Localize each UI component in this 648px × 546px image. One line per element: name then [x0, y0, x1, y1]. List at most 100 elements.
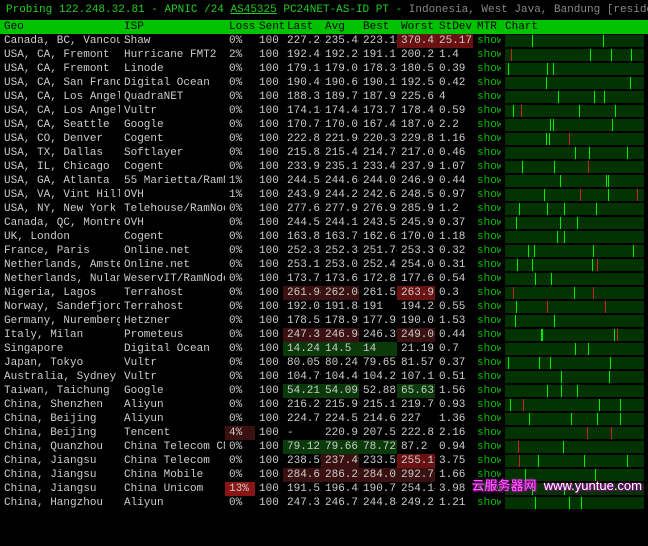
table-row: Netherlands, AmsterdamOnline.net0%100253…	[0, 258, 648, 272]
cell-best: 214.78	[359, 146, 397, 160]
mtr-show-link[interactable]: show	[473, 454, 501, 468]
cell-geo: China, Beijing	[0, 426, 120, 440]
cell-isp: 55 Marietta/RamNode	[120, 174, 225, 188]
mtr-show-link[interactable]: show	[473, 272, 501, 286]
table-row: Netherlands, NulandWeservIT/RamNode0%100…	[0, 272, 648, 286]
cell-worst: 177.6	[397, 272, 435, 286]
cell-loss: 0%	[225, 314, 255, 328]
mtr-show-link[interactable]: show	[473, 230, 501, 244]
cell-loss: 0%	[225, 230, 255, 244]
mtr-show-link[interactable]: show	[473, 104, 501, 118]
cell-loss: 0%	[225, 440, 255, 454]
cell-loss: 0%	[225, 146, 255, 160]
cell-avg: 221.98	[321, 132, 359, 146]
mtr-show-link[interactable]: show	[473, 202, 501, 216]
cell-chart	[501, 48, 648, 62]
cell-sent: 100	[255, 356, 283, 370]
cell-avg: 220.95	[321, 426, 359, 440]
cell-last: 104.79	[283, 370, 321, 384]
cell-avg: 244.68	[321, 174, 359, 188]
cell-geo: USA, GA, Atlanta	[0, 174, 120, 188]
cell-best: 252.41	[359, 258, 397, 272]
cell-chart	[501, 160, 648, 174]
col-header-stdev[interactable]: StDev	[435, 20, 473, 34]
cell-isp: Vultr	[120, 356, 225, 370]
mtr-show-link[interactable]: show	[473, 370, 501, 384]
mtr-show-link[interactable]: show	[473, 146, 501, 160]
cell-best: 243.59	[359, 216, 397, 230]
mtr-show-link[interactable]: show	[473, 328, 501, 342]
col-header-loss[interactable]: Loss	[225, 20, 255, 34]
mtr-show-link[interactable]: show	[473, 412, 501, 426]
col-header-best[interactable]: Best	[359, 20, 397, 34]
cell-sent: 100	[255, 76, 283, 90]
cell-last: 173.72	[283, 272, 321, 286]
mtr-show-link[interactable]: show	[473, 426, 501, 440]
cell-isp: Aliyun	[120, 398, 225, 412]
mtr-show-link[interactable]: show	[473, 398, 501, 412]
col-header-mtr[interactable]: MTR	[473, 20, 501, 34]
mtr-show-link[interactable]: show	[473, 188, 501, 202]
cell-worst: 225.62	[397, 90, 435, 104]
mtr-show-link[interactable]: show	[473, 76, 501, 90]
cell-last: 174.14	[283, 104, 321, 118]
cell-sent: 100	[255, 328, 283, 342]
cell-avg: 237.49	[321, 454, 359, 468]
mtr-show-link[interactable]: show	[473, 118, 501, 132]
mtr-show-link[interactable]: show	[473, 314, 501, 328]
mtr-show-link[interactable]: show	[473, 496, 501, 510]
mtr-show-link[interactable]: show	[473, 356, 501, 370]
cell-geo: USA, CA, Los Angeles	[0, 104, 120, 118]
mtr-show-link[interactable]: show	[473, 62, 501, 76]
cell-loss: 0%	[225, 160, 255, 174]
cell-sent: 100	[255, 300, 283, 314]
cell-isp: WeservIT/RamNode	[120, 272, 225, 286]
cell-best: 215.16	[359, 398, 397, 412]
mtr-show-link[interactable]: show	[473, 216, 501, 230]
mtr-show-link[interactable]: show	[473, 440, 501, 454]
col-header-worst[interactable]: Worst	[397, 20, 435, 34]
mtr-show-link[interactable]: show	[473, 90, 501, 104]
mtr-show-link[interactable]: show	[473, 384, 501, 398]
col-header-geo[interactable]: Geo	[0, 20, 120, 34]
table-row: USA, CA, FremontHurricane FMT22%100192.4…	[0, 48, 648, 62]
cell-stdev: 0.46	[435, 146, 473, 160]
cell-worst: 170.03	[397, 230, 435, 244]
cell-last: 178.51	[283, 314, 321, 328]
mtr-show-link[interactable]: show	[473, 48, 501, 62]
table-row: China, ShenzhenAliyun0%100216.26215.9321…	[0, 398, 648, 412]
cell-last: 191.52	[283, 482, 321, 496]
mtr-show-link[interactable]: show	[473, 160, 501, 174]
cell-sent: 100	[255, 160, 283, 174]
mtr-show-link[interactable]: show	[473, 482, 501, 496]
mtr-show-link[interactable]: show	[473, 132, 501, 146]
col-header-isp[interactable]: ISP	[120, 20, 225, 34]
cell-stdev: 0.54	[435, 272, 473, 286]
cell-geo: China, Jiangsu	[0, 454, 120, 468]
cell-last: 192.03	[283, 300, 321, 314]
cell-best: 246.39	[359, 328, 397, 342]
col-header-avg[interactable]: Avg	[321, 20, 359, 34]
mtr-show-link[interactable]: show	[473, 258, 501, 272]
cell-stdev: 0.31	[435, 258, 473, 272]
mtr-show-link[interactable]: show	[473, 174, 501, 188]
mtr-show-link[interactable]: show	[473, 342, 501, 356]
cell-worst: 178.46	[397, 104, 435, 118]
probe-asn[interactable]: AS45325	[231, 4, 277, 16]
mtr-show-link[interactable]: show	[473, 244, 501, 258]
col-header-chart[interactable]: Chart	[501, 20, 648, 34]
cell-worst: 180.51	[397, 62, 435, 76]
col-header-sent[interactable]: Sent	[255, 20, 283, 34]
cell-worst: 263.95	[397, 286, 435, 300]
cell-chart	[501, 370, 648, 384]
cell-geo: USA, TX, Dallas	[0, 146, 120, 160]
mtr-show-link[interactable]: show	[473, 468, 501, 482]
mtr-show-link[interactable]: show	[473, 286, 501, 300]
table-row: Germany, NurembergHetzner0%100178.51178.…	[0, 314, 648, 328]
cell-sent: 100	[255, 104, 283, 118]
col-header-last[interactable]: Last	[283, 20, 321, 34]
cell-loss: 0%	[225, 34, 255, 48]
mtr-show-link[interactable]: show	[473, 34, 501, 48]
cell-isp: Online.net	[120, 244, 225, 258]
mtr-show-link[interactable]: show	[473, 300, 501, 314]
